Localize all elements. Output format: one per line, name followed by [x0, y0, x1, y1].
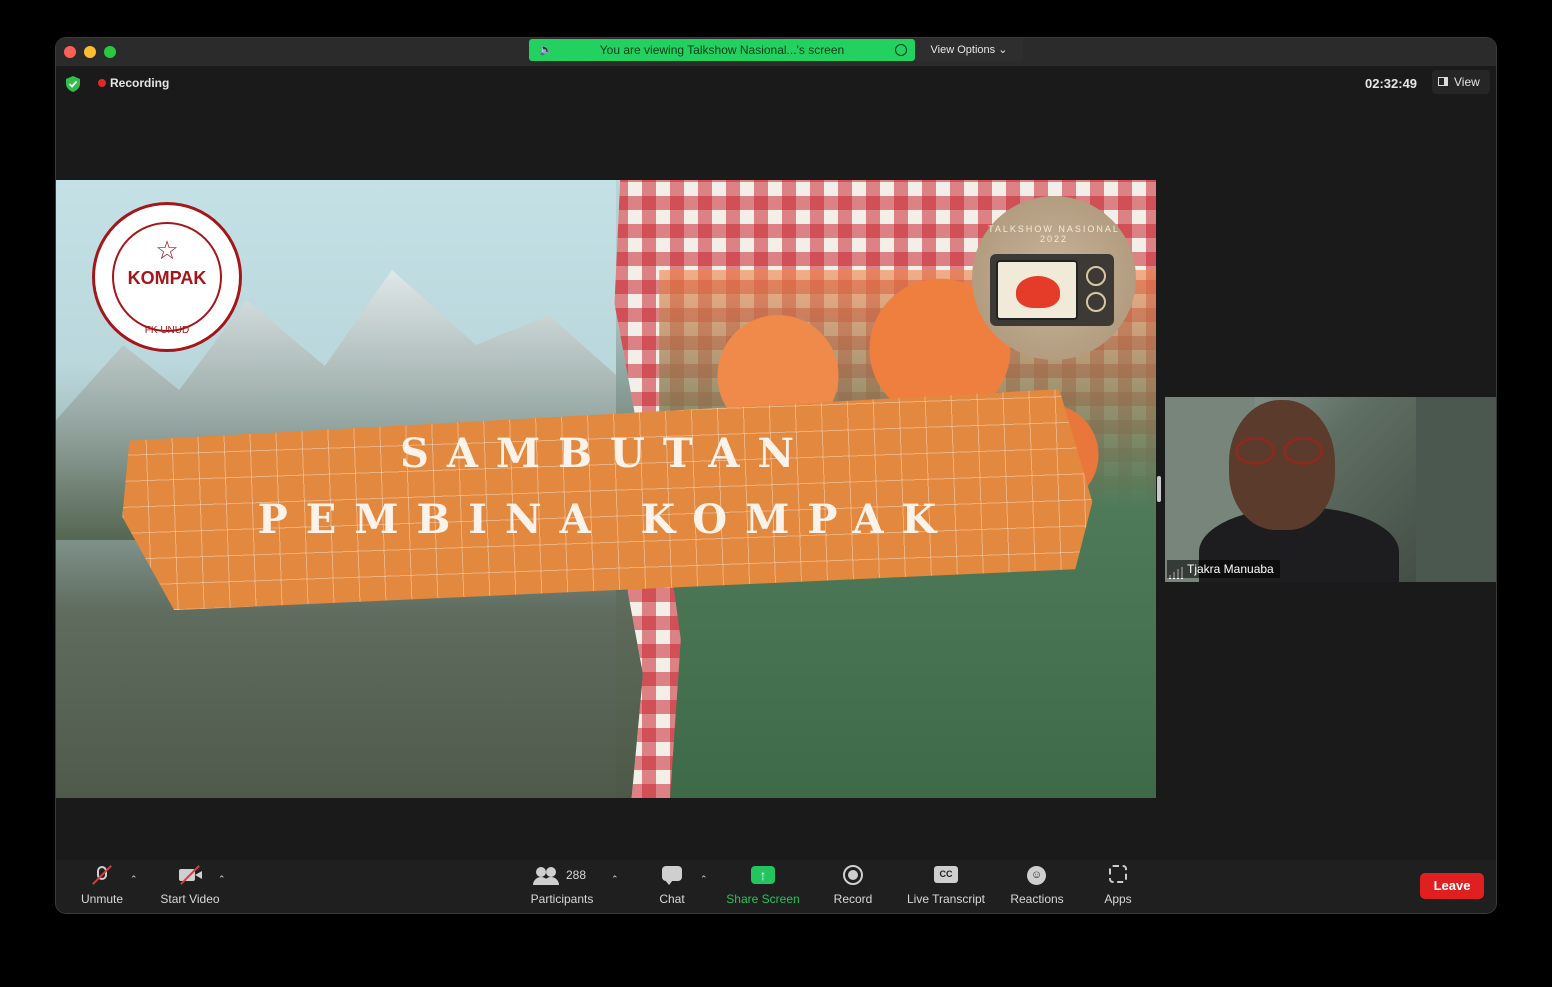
unmute-button[interactable]: Unmute — [78, 864, 126, 906]
audio-options-caret-icon[interactable]: ⌃ — [130, 874, 138, 885]
chat-icon — [662, 866, 682, 881]
tv-icon — [990, 254, 1114, 326]
apps-label: Apps — [1104, 892, 1132, 906]
view-options-button[interactable]: View Options ⌄ — [915, 39, 1023, 61]
chat-button[interactable]: Chat — [654, 864, 690, 906]
share-screen-icon: ↑ — [751, 866, 775, 884]
glasses — [1229, 437, 1335, 467]
slide-title-line-2: PEMBINA KOMPAK — [257, 496, 955, 543]
shared-screen: SAMBUTAN PEMBINA KOMPAK ☆ KOMPAK FK UNUD… — [56, 180, 1156, 798]
participants-icon — [536, 867, 546, 877]
record-icon — [843, 865, 863, 885]
meeting-timer: 02:32:49 — [1365, 76, 1418, 91]
view-label: View — [1454, 75, 1480, 89]
start-video-label: Start Video — [160, 892, 220, 906]
close-window-button[interactable] — [64, 46, 76, 58]
talkshow-logo-text: TALKSHOW NASIONAL 2022 — [988, 224, 1120, 244]
video-options-caret-icon[interactable]: ⌃ — [218, 874, 226, 885]
apps-icon — [1109, 865, 1127, 883]
participants-label: Participants — [530, 892, 594, 906]
zoom-window: 🔈 You are viewing Talkshow Nasional...'s… — [56, 38, 1496, 913]
closed-caption-icon: CC — [934, 866, 958, 883]
stop-view-icon[interactable] — [895, 44, 907, 56]
participant-count: 288 — [566, 868, 587, 882]
minimize-window-button[interactable] — [84, 46, 96, 58]
participant-name: Tjakra Manuaba — [1167, 560, 1280, 578]
start-video-button[interactable]: Start Video — [156, 864, 224, 906]
view-layout-button[interactable]: View — [1432, 70, 1490, 94]
meeting-toolbar: Unmute ⌃ Start Video ⌃ 288 Participants … — [56, 860, 1496, 913]
live-transcript-label: Live Transcript — [906, 892, 986, 906]
emoji-reaction-icon: ☺ — [1027, 866, 1046, 885]
live-transcript-button[interactable]: CC Live Transcript — [902, 864, 990, 906]
speaker-icon: 🔈 — [539, 44, 553, 56]
zoom-window-button[interactable] — [104, 46, 116, 58]
view-options-label: View Options — [930, 44, 996, 56]
recording-label[interactable]: Recording — [110, 76, 169, 90]
kompak-logo-text: KOMPAK — [127, 268, 207, 288]
share-screen-label: Share Screen — [726, 892, 800, 906]
reactions-label: Reactions — [1010, 892, 1064, 906]
participant-video-tile[interactable]: Tjakra Manuaba — [1165, 397, 1496, 582]
record-button[interactable]: Record — [828, 864, 878, 906]
chat-label: Chat — [659, 892, 685, 906]
encryption-shield-icon[interactable] — [66, 76, 80, 92]
unmute-label: Unmute — [80, 892, 124, 906]
chat-options-caret-icon[interactable]: ⌃ — [700, 874, 708, 885]
crab-mascot-icon — [1016, 276, 1060, 308]
panel-resize-handle[interactable] — [1157, 476, 1161, 502]
share-screen-button[interactable]: ↑ Share Screen — [724, 864, 802, 906]
participants-button[interactable]: 288 Participants — [526, 864, 598, 906]
leave-meeting-button[interactable]: Leave — [1420, 873, 1484, 899]
participants-options-caret-icon[interactable]: ⌃ — [611, 874, 619, 885]
viewing-screen-text: You are viewing Talkshow Nasional...'s s… — [599, 43, 845, 57]
apps-button[interactable]: Apps — [1098, 864, 1138, 906]
record-label: Record — [833, 892, 873, 906]
kompak-logo-bottom: FK UNUD — [144, 325, 190, 336]
slide-title-line-1: SAMBUTAN — [399, 430, 813, 477]
kompak-logo: ☆ KOMPAK FK UNUD — [92, 202, 242, 352]
title-bar: 🔈 You are viewing Talkshow Nasional...'s… — [56, 38, 1496, 66]
screen-share-banner: 🔈 You are viewing Talkshow Nasional...'s… — [529, 39, 915, 61]
recording-dot-icon — [98, 79, 106, 87]
talkshow-logo: TALKSHOW NASIONAL 2022 — [972, 196, 1136, 360]
reactions-button[interactable]: ☺ Reactions — [1006, 864, 1068, 906]
chevron-down-icon: ⌄ — [998, 44, 1008, 56]
star-icon: ☆ — [155, 235, 179, 265]
layout-icon — [1438, 77, 1448, 86]
